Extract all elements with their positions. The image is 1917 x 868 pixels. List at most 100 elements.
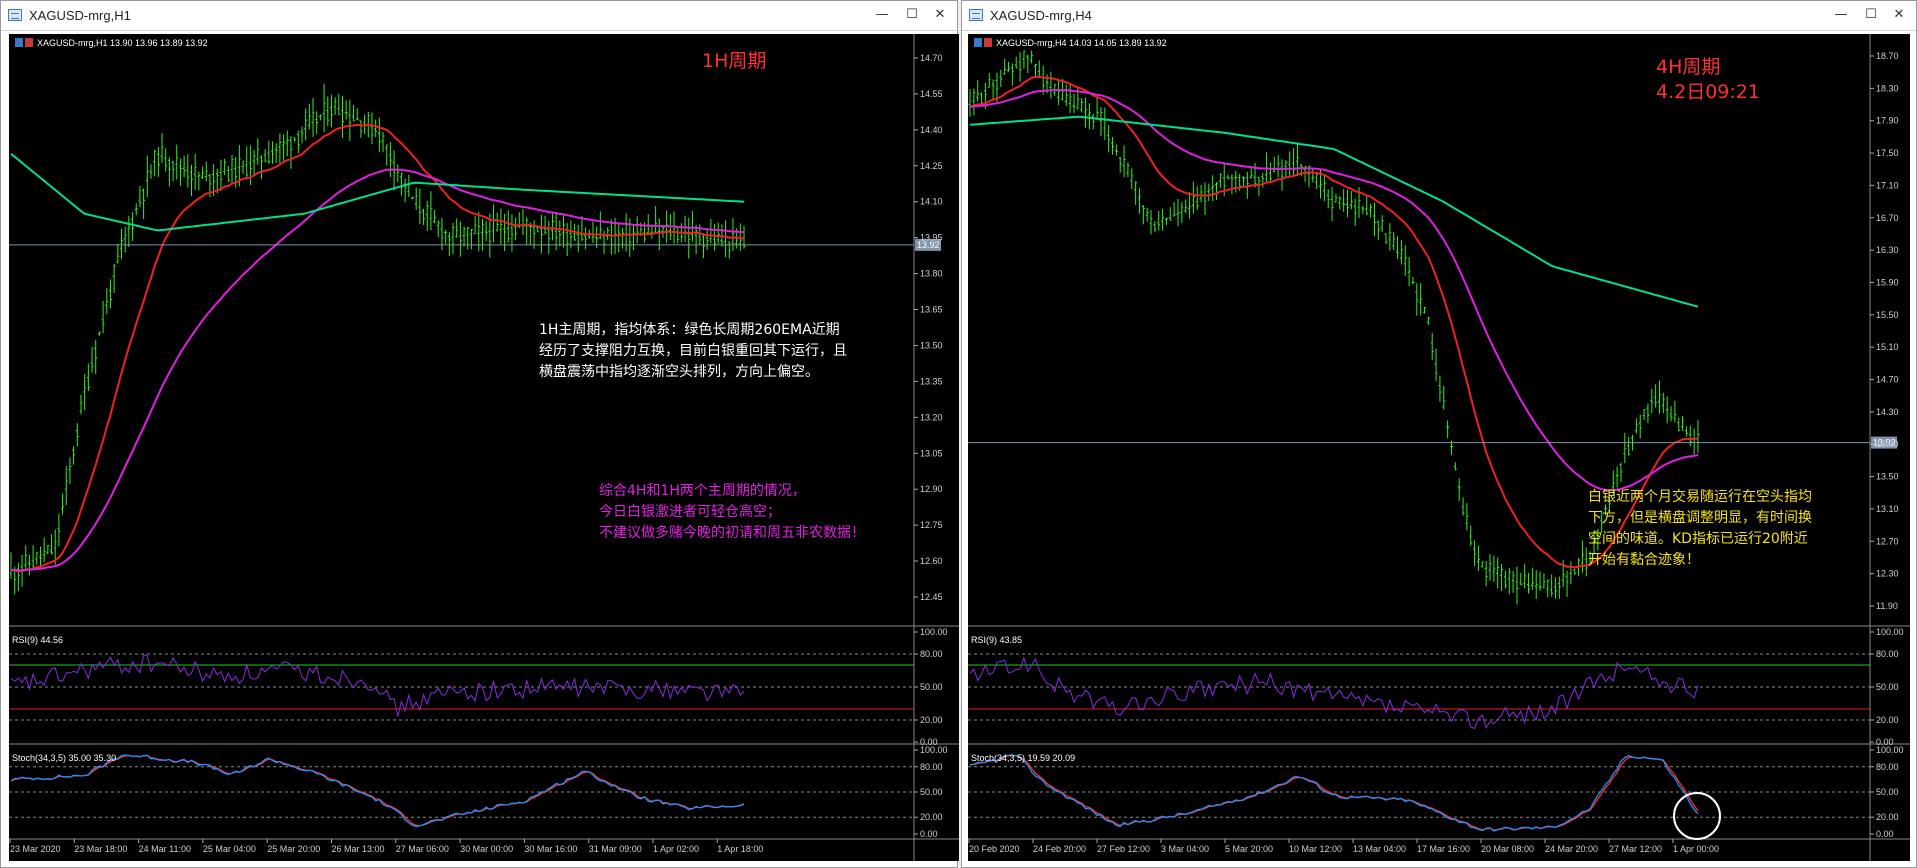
rsi-line: [969, 656, 1699, 730]
title-bar[interactable]: XAGUSD-mrg,H4 — ☐ ✕: [962, 1, 1916, 31]
price-axis-label: 11.90: [1876, 601, 1898, 611]
note-line: 白银近两个月交易随运行在空头指均: [1588, 489, 1812, 505]
date-label: 20 Feb 2020: [969, 844, 1020, 854]
rsi-line: [10, 654, 745, 717]
price-axis-label: 17.10: [1876, 180, 1899, 190]
stoch-label: Stoch(34,3,5) 19.59 20.09: [971, 753, 1075, 763]
window-title: XAGUSD-mrg,H4: [990, 8, 1092, 23]
chart-flag-icon: [25, 38, 33, 47]
chart-flag-icon: [984, 38, 992, 47]
price-axis-label: 12.70: [1876, 536, 1899, 546]
stoch-main-line: [10, 754, 745, 828]
date-label: 23 Mar 2020: [10, 844, 61, 854]
date-label: 27 Mar 06:00: [396, 844, 449, 854]
price-axis-label: 14.30: [1876, 407, 1899, 417]
date-label: 24 Mar 20:00: [1545, 844, 1598, 854]
date-label: 10 Mar 12:00: [1289, 844, 1342, 854]
price-axis-label: 18.30: [1876, 83, 1899, 93]
price-axis-label: 13.35: [920, 376, 943, 386]
symbol-header: XAGUSD-mrg,H1 13.90 13.96 13.89 13.92: [37, 38, 208, 48]
price-axis-label: 12.30: [1876, 569, 1899, 579]
date-label: 24 Mar 11:00: [139, 844, 191, 854]
close-button[interactable]: ✕: [925, 5, 955, 25]
note-line: 今日白银激进者可轻仓高空；: [599, 504, 781, 520]
conclusion-note: 综合4H和1H两个主周期的情况， 今日白银激进者可轻仓高空； 不建议做多赌今晚的…: [599, 481, 865, 544]
minimize-button[interactable]: —: [867, 5, 897, 25]
period-timestamp: 4.2日09:21: [1656, 81, 1760, 103]
title-bar[interactable]: XAGUSD-mrg,H1 — ☐ ✕: [1, 1, 957, 31]
close-button[interactable]: ✕: [1884, 5, 1914, 25]
osc-axis-label: 100.00: [1876, 745, 1904, 755]
stoch-highlight-circle: [1673, 792, 1721, 840]
chart-flag-icon: [15, 38, 23, 47]
price-axis-label: 13.05: [920, 448, 943, 458]
date-label: 17 Mar 16:00: [1417, 844, 1470, 854]
note-line: 不建议做多赌今晚的初请和周五非农数据！: [599, 525, 865, 541]
osc-axis-label: 50.00: [920, 682, 943, 692]
price-axis-label: 13.80: [920, 269, 943, 279]
note-line: 综合4H和1H两个主周期的情况，: [599, 483, 806, 499]
date-label: 26 Mar 13:00: [332, 844, 385, 854]
osc-axis-label: 80.00: [920, 762, 943, 772]
price-axis-label: 13.50: [920, 340, 943, 350]
osc-axis-label: 20.00: [1876, 812, 1899, 822]
note-line: 经历了支撑阻力互换，目前白银重回其下运行，且: [539, 343, 847, 359]
date-label: 13 Mar 04:00: [1353, 844, 1406, 854]
osc-axis-label: 50.00: [1876, 682, 1899, 692]
maximize-button[interactable]: ☐: [1856, 5, 1886, 25]
ema-slow-line: [10, 153, 745, 232]
osc-axis-label: 100.00: [920, 627, 948, 637]
price-axis-label: 14.40: [920, 125, 943, 135]
minimize-button[interactable]: —: [1826, 5, 1856, 25]
chart-canvas[interactable]: 13.92 XAGUSD-mrg,H1 13.90 13.96 13.89 13…: [9, 34, 959, 861]
period-label: 4H周期: [1656, 56, 1720, 78]
price-axis-label: 12.45: [920, 592, 943, 602]
date-label: 5 Mar 20:00: [1225, 844, 1273, 854]
note-line: 开始有黏合迹象！: [1588, 552, 1700, 568]
price-axis-label: 15.10: [1876, 342, 1899, 352]
note-line: 1H主周期，指均体系：绿色长周期260EMA近期: [539, 322, 840, 338]
price-axis-label: 14.55: [920, 89, 943, 99]
date-label: 3 Mar 04:00: [1161, 844, 1209, 854]
price-axis-label: 13.50: [1876, 472, 1899, 482]
chart-window-h4[interactable]: XAGUSD-mrg,H4 — ☐ ✕ 13.92 XAGUSD-mrg,H4 …: [961, 0, 1917, 868]
price-axis-label: 14.70: [920, 53, 943, 63]
osc-axis-label: 80.00: [920, 649, 943, 659]
price-axis-label: 13.65: [920, 305, 943, 315]
period-label: 1H周期: [702, 50, 766, 72]
rsi-label: RSI(9) 44.56: [12, 635, 63, 645]
price-axis-label: 17.90: [1876, 116, 1899, 126]
osc-axis-label: 50.00: [1876, 787, 1899, 797]
price-axis-label: 12.60: [920, 556, 943, 566]
price-axis-label: 12.90: [920, 484, 943, 494]
osc-axis-label: 80.00: [1876, 649, 1899, 659]
chart-flag-icon: [974, 38, 982, 47]
price-axis-label: 16.70: [1876, 213, 1899, 223]
price-axis-label: 18.70: [1876, 51, 1899, 61]
chart-window-h1[interactable]: XAGUSD-mrg,H1 — ☐ ✕ 13.92 XAGUSD-mrg,H1 …: [0, 0, 959, 868]
price-axis-label: 15.50: [1876, 310, 1899, 320]
rsi-label: RSI(9) 43.85: [971, 635, 1022, 645]
osc-axis-label: 100.00: [920, 745, 948, 755]
date-label: 30 Mar 16:00: [524, 844, 577, 854]
osc-axis-label: 20.00: [920, 812, 943, 822]
stoch-label: Stoch(34,3,5) 35.00 35.30: [12, 753, 116, 763]
analysis-note: 1H主周期，指均体系：绿色长周期260EMA近期 经历了支撑阻力互换，目前白银重…: [539, 320, 847, 383]
osc-axis-label: 20.00: [920, 715, 943, 725]
osc-axis-label: 100.00: [1876, 627, 1904, 637]
note-line: 横盘震荡中指均逐渐空头排列，方向上偏空。: [539, 364, 819, 380]
date-label: 30 Mar 00:00: [460, 844, 513, 854]
stoch-signal-line: [10, 754, 745, 827]
chart-window-icon: [969, 9, 983, 21]
price-axis-label: 13.20: [920, 412, 943, 422]
chart-window-icon: [8, 9, 22, 21]
window-title: XAGUSD-mrg,H1: [29, 8, 131, 23]
chart-canvas[interactable]: 13.92 XAGUSD-mrg,H4 14.03 14.05 13.89 13…: [968, 34, 1910, 861]
date-label: 25 Mar 20:00: [267, 844, 320, 854]
price-axis-label: 13.95: [920, 233, 943, 243]
price-axis-label: 15.90: [1876, 277, 1899, 287]
ema-slow-line: [969, 115, 1699, 308]
price-axis-label: 17.50: [1876, 148, 1899, 158]
maximize-button[interactable]: ☐: [897, 5, 927, 25]
osc-axis-label: 0.00: [920, 829, 938, 839]
